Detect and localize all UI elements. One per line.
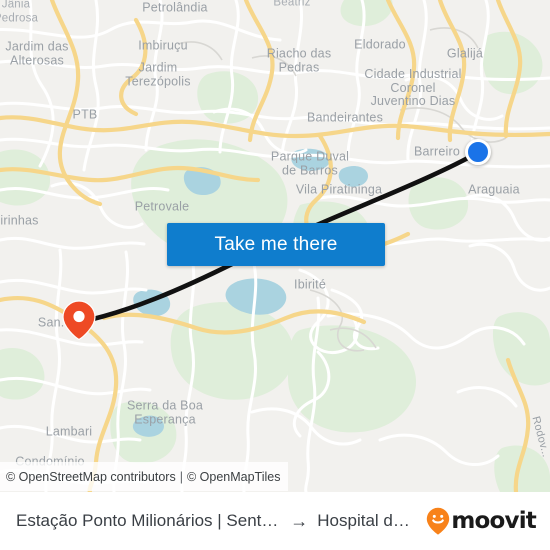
pin-hole (73, 310, 85, 323)
origin-dot-marker[interactable] (465, 139, 491, 165)
route-destination-label: Hospital de ... (317, 511, 419, 530)
trip-footer-bar: Estação Ponto Milionários | Sentid... → … (0, 492, 550, 550)
moovit-wordmark: moovit (451, 508, 536, 534)
map-attribution: © OpenStreetMap contributors | © OpenMap… (0, 462, 289, 491)
attribution-osm[interactable]: © OpenStreetMap contributors (6, 470, 176, 484)
arrow-right-icon: → (290, 511, 309, 531)
attribution-separator: | (179, 469, 183, 484)
take-me-there-button[interactable]: Take me there (167, 223, 385, 266)
moovit-trip-screen: Jânia PedrosaPetrolândiaBeatrizEldoradoG… (0, 0, 550, 550)
moovit-logo[interactable]: moovit (426, 507, 537, 535)
destination-pin-marker[interactable] (62, 300, 96, 341)
route-origin-label: Estação Ponto Milionários | Sentid... (16, 511, 282, 530)
attribution-tiles[interactable]: © OpenMapTiles (187, 470, 281, 484)
moovit-pin-icon (427, 507, 450, 535)
route-summary[interactable]: Estação Ponto Milionários | Sentid... → … (16, 511, 418, 531)
map-canvas[interactable]: Jânia PedrosaPetrolândiaBeatrizEldoradoG… (0, 0, 550, 492)
